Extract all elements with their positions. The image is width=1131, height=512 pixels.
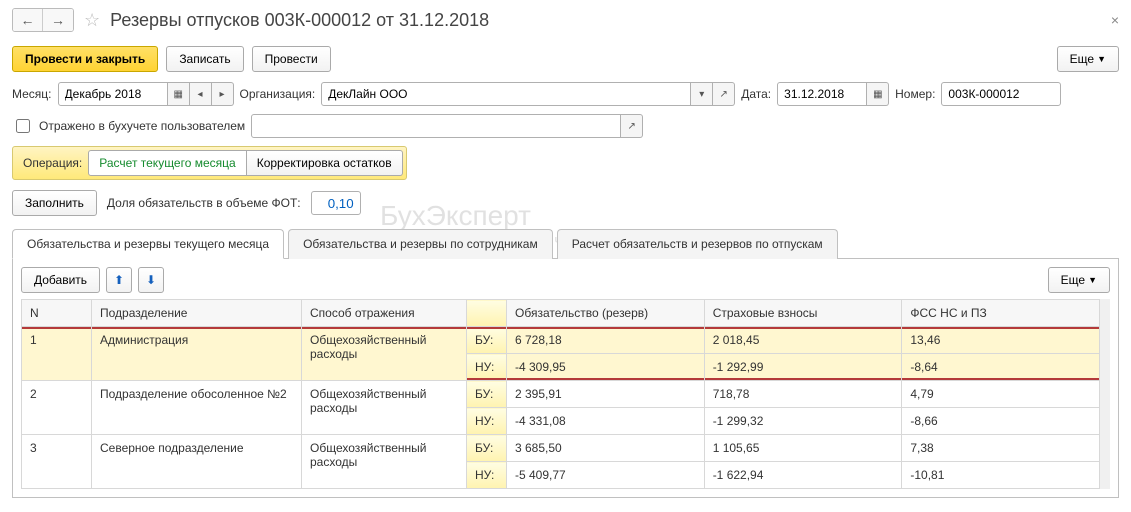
op-current-month[interactable]: Расчет текущего месяца <box>88 150 246 176</box>
cell-method[interactable]: Общехозяйственный расходы <box>302 381 467 435</box>
add-button[interactable]: Добавить <box>21 267 100 293</box>
cell-n[interactable]: 1 <box>22 327 92 381</box>
post-close-button[interactable]: Провести и закрыть <box>12 46 158 72</box>
cell-n[interactable]: 2 <box>22 381 92 435</box>
cell-bu-label: БУ: <box>467 435 507 462</box>
cell-nu-liability[interactable]: -4 331,08 <box>507 408 705 435</box>
favorite-icon[interactable]: ☆ <box>84 10 100 31</box>
cell-nu-label: НУ: <box>467 408 507 435</box>
cell-bu-liability[interactable]: 6 728,18 <box>507 327 705 354</box>
org-open-icon[interactable]: ↗ <box>713 82 735 106</box>
number-input[interactable] <box>941 82 1061 106</box>
reflected-open-icon[interactable]: ↗ <box>621 114 643 138</box>
col-liability[interactable]: Обязательство (резерв) <box>507 300 705 327</box>
col-fss[interactable]: ФСС НС и ПЗ <box>902 300 1100 327</box>
month-label: Месяц: <box>12 87 52 101</box>
date-input[interactable] <box>777 82 867 106</box>
number-label: Номер: <box>895 87 935 101</box>
post-button[interactable]: Провести <box>252 46 331 72</box>
move-down-button[interactable]: ⬇ <box>138 267 164 293</box>
col-dept[interactable]: Подразделение <box>92 300 302 327</box>
col-method[interactable]: Способ отражения <box>302 300 467 327</box>
reflected-input[interactable] <box>251 114 621 138</box>
cell-bu-insurance[interactable]: 2 018,45 <box>704 327 902 354</box>
move-up-button[interactable]: ⬆ <box>106 267 132 293</box>
col-n[interactable]: N <box>22 300 92 327</box>
date-calendar-icon[interactable]: ▦ <box>867 82 889 106</box>
reflected-label: Отражено в бухучете пользователем <box>39 119 245 133</box>
close-icon[interactable]: × <box>1111 12 1119 28</box>
cell-bu-fss[interactable]: 4,79 <box>902 381 1100 408</box>
ratio-label: Доля обязательств в объеме ФОТ: <box>107 196 301 210</box>
operation-label: Операция: <box>23 156 82 170</box>
tab-current-month[interactable]: Обязательства и резервы текущего месяца <box>12 229 284 259</box>
more-button[interactable]: Еще ▼ <box>1057 46 1119 72</box>
scrollbar[interactable] <box>1100 299 1110 489</box>
cell-nu-liability[interactable]: -5 409,77 <box>507 462 705 489</box>
forward-button[interactable]: → <box>43 9 73 31</box>
calendar-icon[interactable]: ▦ <box>168 82 190 106</box>
op-correction[interactable]: Корректировка остатков <box>247 150 403 176</box>
ratio-input[interactable] <box>311 191 361 215</box>
cell-nu-fss[interactable]: -8,66 <box>902 408 1100 435</box>
org-input[interactable] <box>321 82 691 106</box>
chevron-down-icon: ▼ <box>1088 275 1097 285</box>
tab-calculation[interactable]: Расчет обязательств и резервов по отпуск… <box>557 229 838 259</box>
cell-bu-liability[interactable]: 3 685,50 <box>507 435 705 462</box>
cell-bu-fss[interactable]: 7,38 <box>902 435 1100 462</box>
cell-bu-insurance[interactable]: 1 105,65 <box>704 435 902 462</box>
write-button[interactable]: Записать <box>166 46 243 72</box>
cell-nu-insurance[interactable]: -1 292,99 <box>704 354 902 381</box>
cell-bu-liability[interactable]: 2 395,91 <box>507 381 705 408</box>
cell-dept[interactable]: Северное подразделение <box>92 435 302 489</box>
tab-by-employee[interactable]: Обязательства и резервы по сотрудникам <box>288 229 553 259</box>
cell-bu-label: БУ: <box>467 381 507 408</box>
month-input[interactable] <box>58 82 168 106</box>
cell-nu-label: НУ: <box>467 462 507 489</box>
cell-bu-label: БУ: <box>467 327 507 354</box>
cell-dept[interactable]: Подразделение обосоленное №2 <box>92 381 302 435</box>
reflected-checkbox[interactable] <box>16 119 30 133</box>
cell-nu-insurance[interactable]: -1 299,32 <box>704 408 902 435</box>
chevron-down-icon: ▼ <box>1097 54 1106 64</box>
col-type <box>467 300 507 327</box>
cell-nu-insurance[interactable]: -1 622,94 <box>704 462 902 489</box>
month-prev-icon[interactable]: ◂ <box>190 82 212 106</box>
cell-nu-fss[interactable]: -10,81 <box>902 462 1100 489</box>
col-insurance[interactable]: Страховые взносы <box>704 300 902 327</box>
cell-bu-insurance[interactable]: 718,78 <box>704 381 902 408</box>
cell-bu-fss[interactable]: 13,46 <box>902 327 1100 354</box>
cell-nu-liability[interactable]: -4 309,95 <box>507 354 705 381</box>
cell-nu-label: НУ: <box>467 354 507 381</box>
back-button[interactable]: ← <box>13 9 43 31</box>
fill-button[interactable]: Заполнить <box>12 190 97 216</box>
cell-method[interactable]: Общехозяйственный расходы <box>302 435 467 489</box>
table-more-button[interactable]: Еще ▼ <box>1048 267 1110 293</box>
cell-nu-fss[interactable]: -8,64 <box>902 354 1100 381</box>
org-dropdown-icon[interactable]: ▾ <box>691 82 713 106</box>
cell-method[interactable]: Общехозяйственный расходы <box>302 327 467 381</box>
month-next-icon[interactable]: ▸ <box>212 82 234 106</box>
org-label: Организация: <box>240 87 316 101</box>
date-label: Дата: <box>741 87 771 101</box>
page-title: Резервы отпусков 003К-000012 от 31.12.20… <box>110 10 489 31</box>
cell-dept[interactable]: Администрация <box>92 327 302 381</box>
reserves-table: N Подразделение Способ отражения Обязате… <box>21 299 1100 489</box>
cell-n[interactable]: 3 <box>22 435 92 489</box>
